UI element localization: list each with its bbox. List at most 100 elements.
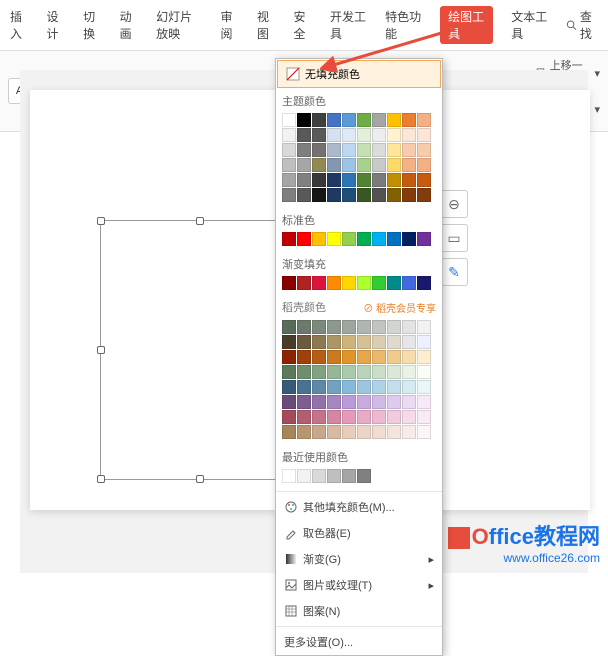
color-swatch[interactable] xyxy=(282,188,296,202)
eyedropper-button[interactable]: ✎ xyxy=(440,258,468,286)
color-swatch[interactable] xyxy=(372,128,386,142)
color-swatch[interactable] xyxy=(312,158,326,172)
tab-devtools[interactable]: 开发工具 xyxy=(330,8,367,42)
color-swatch[interactable] xyxy=(402,350,416,364)
color-swatch[interactable] xyxy=(357,469,371,483)
color-swatch[interactable] xyxy=(357,365,371,379)
color-swatch[interactable] xyxy=(282,335,296,349)
color-swatch[interactable] xyxy=(402,395,416,409)
color-swatch[interactable] xyxy=(312,320,326,334)
color-swatch[interactable] xyxy=(297,173,311,187)
color-swatch[interactable] xyxy=(327,380,341,394)
color-swatch[interactable] xyxy=(417,113,431,127)
color-swatch[interactable] xyxy=(357,143,371,157)
color-swatch[interactable] xyxy=(387,320,401,334)
color-swatch[interactable] xyxy=(327,158,341,172)
color-swatch[interactable] xyxy=(327,320,341,334)
color-swatch[interactable] xyxy=(342,320,356,334)
color-swatch[interactable] xyxy=(342,380,356,394)
more-settings-option[interactable]: 更多设置(O)... xyxy=(276,629,442,655)
eyedropper-option[interactable]: 取色器(E) xyxy=(276,520,442,546)
color-swatch[interactable] xyxy=(312,128,326,142)
search-button[interactable]: 查找 xyxy=(566,8,598,42)
color-swatch[interactable] xyxy=(282,158,296,172)
tab-security[interactable]: 安全 xyxy=(294,8,313,42)
color-swatch[interactable] xyxy=(312,380,326,394)
color-swatch[interactable] xyxy=(372,350,386,364)
color-swatch[interactable] xyxy=(357,410,371,424)
color-swatch[interactable] xyxy=(282,365,296,379)
color-swatch[interactable] xyxy=(372,276,386,290)
color-swatch[interactable] xyxy=(327,410,341,424)
color-swatch[interactable] xyxy=(417,143,431,157)
color-swatch[interactable] xyxy=(312,173,326,187)
color-swatch[interactable] xyxy=(372,395,386,409)
tab-slideshow[interactable]: 幻灯片放映 xyxy=(156,8,202,42)
color-swatch[interactable] xyxy=(357,113,371,127)
color-swatch[interactable] xyxy=(342,365,356,379)
color-swatch[interactable] xyxy=(312,143,326,157)
color-swatch[interactable] xyxy=(417,276,431,290)
tab-view[interactable]: 视图 xyxy=(257,8,276,42)
color-swatch[interactable] xyxy=(387,425,401,439)
color-swatch[interactable] xyxy=(357,128,371,142)
color-swatch[interactable] xyxy=(312,410,326,424)
color-swatch[interactable] xyxy=(357,158,371,172)
color-swatch[interactable] xyxy=(282,173,296,187)
color-swatch[interactable] xyxy=(417,320,431,334)
color-swatch[interactable] xyxy=(402,143,416,157)
color-swatch[interactable] xyxy=(342,425,356,439)
color-swatch[interactable] xyxy=(282,232,296,246)
color-swatch[interactable] xyxy=(372,188,386,202)
color-swatch[interactable] xyxy=(402,276,416,290)
color-swatch[interactable] xyxy=(372,335,386,349)
color-swatch[interactable] xyxy=(297,469,311,483)
color-swatch[interactable] xyxy=(282,320,296,334)
color-swatch[interactable] xyxy=(342,335,356,349)
color-swatch[interactable] xyxy=(312,276,326,290)
color-swatch[interactable] xyxy=(372,320,386,334)
color-swatch[interactable] xyxy=(312,425,326,439)
color-swatch[interactable] xyxy=(357,276,371,290)
color-swatch[interactable] xyxy=(342,395,356,409)
color-swatch[interactable] xyxy=(372,232,386,246)
color-swatch[interactable] xyxy=(327,335,341,349)
tab-features[interactable]: 特色功能 xyxy=(385,8,422,42)
color-swatch[interactable] xyxy=(357,350,371,364)
color-swatch[interactable] xyxy=(282,350,296,364)
color-swatch[interactable] xyxy=(417,188,431,202)
color-swatch[interactable] xyxy=(297,128,311,142)
color-swatch[interactable] xyxy=(327,350,341,364)
color-swatch[interactable] xyxy=(327,128,341,142)
color-swatch[interactable] xyxy=(387,188,401,202)
color-swatch[interactable] xyxy=(417,395,431,409)
color-swatch[interactable] xyxy=(312,232,326,246)
color-swatch[interactable] xyxy=(372,158,386,172)
color-swatch[interactable] xyxy=(357,395,371,409)
color-swatch[interactable] xyxy=(297,380,311,394)
tab-drawing-tools[interactable]: 绘图工具 xyxy=(440,6,493,44)
selected-textbox[interactable] xyxy=(100,220,300,480)
color-swatch[interactable] xyxy=(417,128,431,142)
layout-button[interactable]: ▭ xyxy=(440,224,468,252)
color-swatch[interactable] xyxy=(357,232,371,246)
color-swatch[interactable] xyxy=(327,188,341,202)
color-swatch[interactable] xyxy=(402,188,416,202)
color-swatch[interactable] xyxy=(387,173,401,187)
color-swatch[interactable] xyxy=(402,380,416,394)
color-swatch[interactable] xyxy=(417,425,431,439)
tab-text-tools[interactable]: 文本工具 xyxy=(511,8,548,42)
color-swatch[interactable] xyxy=(342,128,356,142)
color-swatch[interactable] xyxy=(297,410,311,424)
color-swatch[interactable] xyxy=(387,276,401,290)
color-swatch[interactable] xyxy=(327,173,341,187)
color-swatch[interactable] xyxy=(417,173,431,187)
color-swatch[interactable] xyxy=(342,143,356,157)
color-swatch[interactable] xyxy=(402,410,416,424)
color-swatch[interactable] xyxy=(402,128,416,142)
color-swatch[interactable] xyxy=(357,173,371,187)
color-swatch[interactable] xyxy=(342,113,356,127)
color-swatch[interactable] xyxy=(312,469,326,483)
color-swatch[interactable] xyxy=(282,425,296,439)
color-swatch[interactable] xyxy=(282,113,296,127)
